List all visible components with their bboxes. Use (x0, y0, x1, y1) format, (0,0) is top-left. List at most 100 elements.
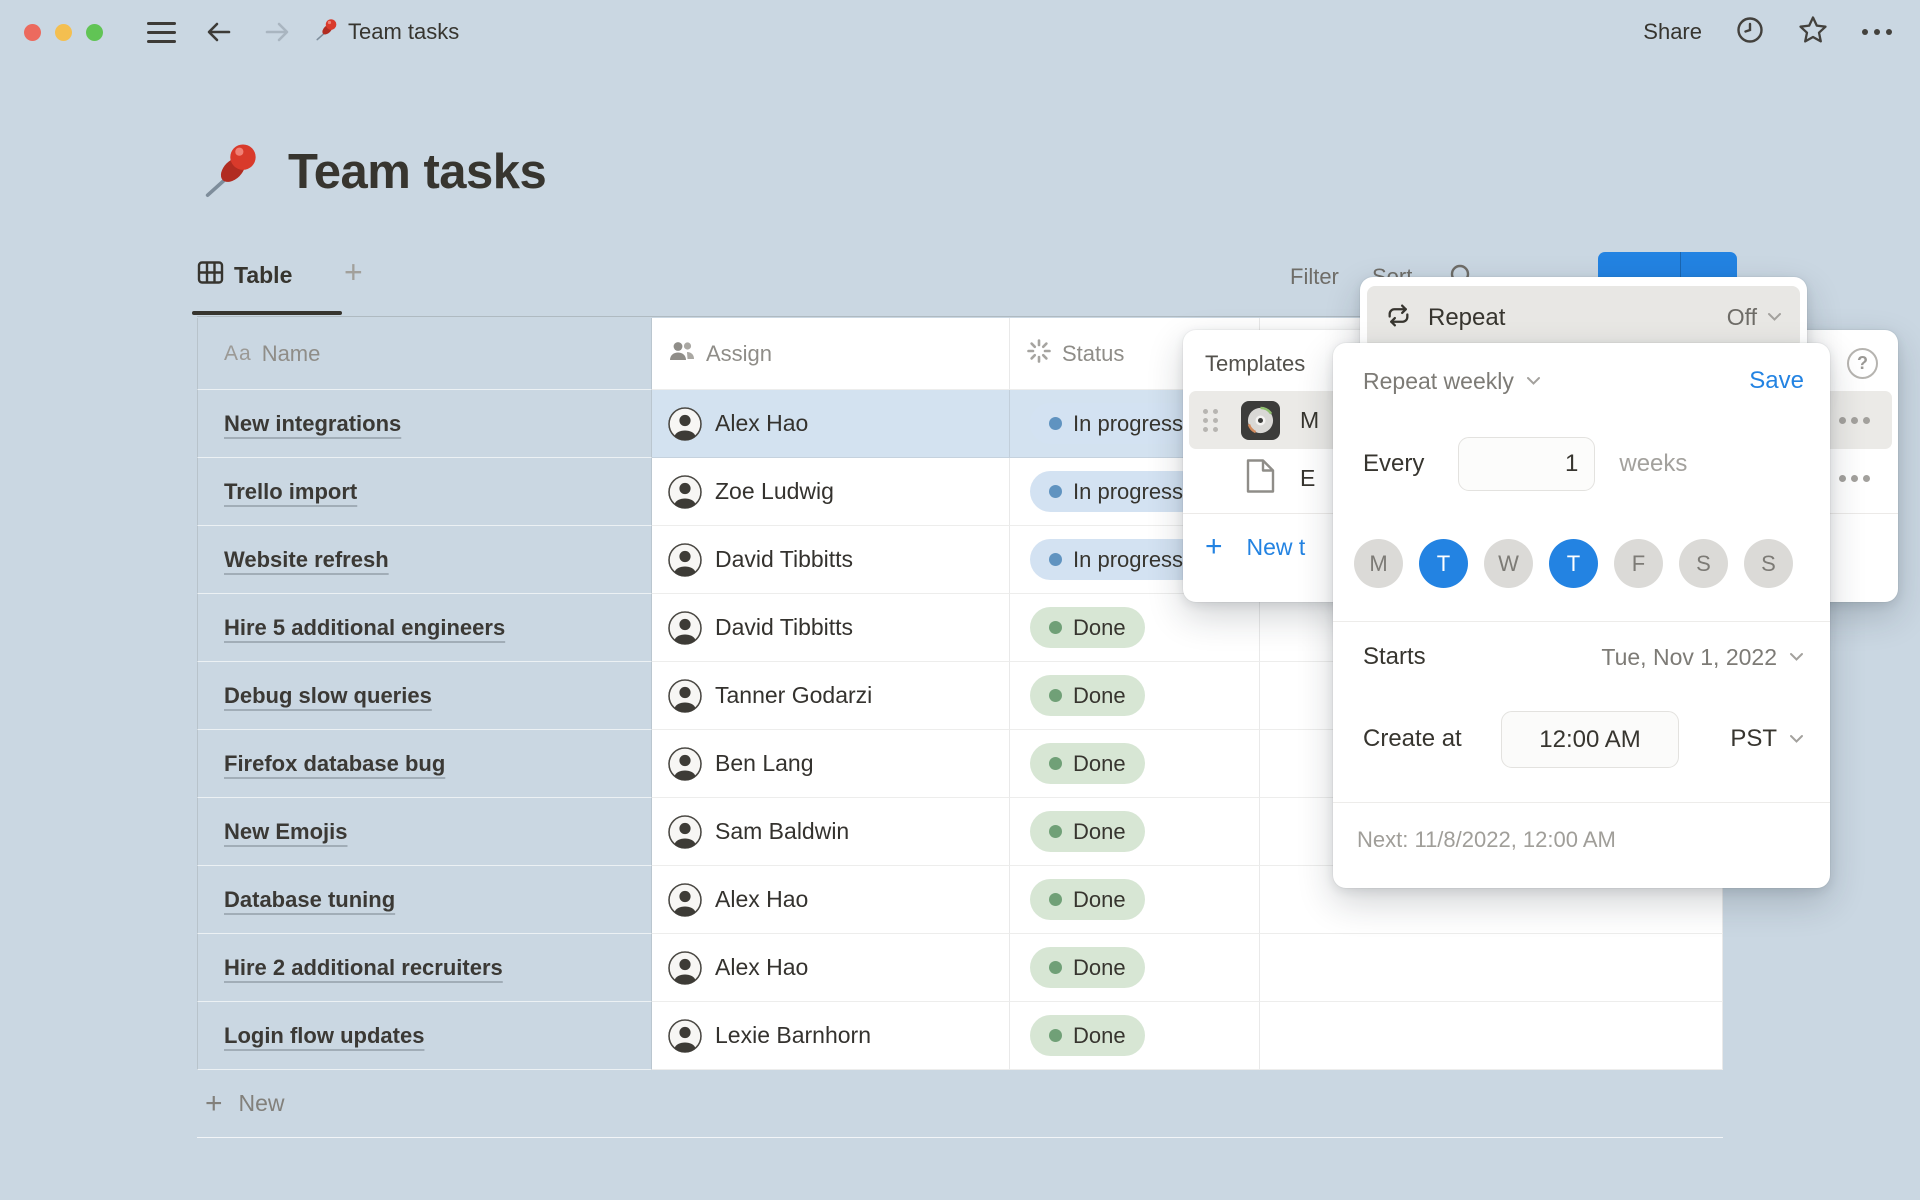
repeat-icon (1385, 302, 1412, 334)
interval-input[interactable]: 1 (1458, 437, 1595, 491)
forward-arrow-icon[interactable] (262, 17, 292, 47)
add-row-footer[interactable]: + New (197, 1070, 1723, 1138)
assignee-cell[interactable]: Ben Lang (652, 730, 1010, 798)
column-label: Name (262, 341, 321, 367)
table-view-icon (197, 260, 224, 290)
menu-icon[interactable] (147, 22, 176, 43)
status-cell[interactable]: Done (1010, 730, 1260, 798)
repeat-menu-label: Repeat (1428, 304, 1505, 332)
weekday-toggle[interactable]: T (1419, 539, 1468, 588)
task-name-cell[interactable]: New integrations (197, 390, 652, 458)
assignee-cell[interactable]: Sam Baldwin (652, 798, 1010, 866)
task-name: Login flow updates (224, 1023, 424, 1049)
avatar (668, 951, 702, 985)
popup-divider (1333, 621, 1830, 622)
weekday-toggle[interactable]: S (1744, 539, 1793, 588)
column-header-assign[interactable]: Assign (652, 318, 1010, 390)
avatar (668, 679, 702, 713)
back-arrow-icon[interactable] (204, 17, 234, 47)
breadcrumb[interactable]: Team tasks (314, 16, 459, 48)
frequency-dropdown[interactable]: Repeat weekly (1363, 368, 1541, 395)
template-options-icon[interactable] (1839, 417, 1870, 424)
status-dot (1049, 757, 1062, 770)
status-cell[interactable]: Done (1010, 1002, 1260, 1070)
empty-cell[interactable] (1260, 1002, 1723, 1070)
help-question-icon[interactable]: ? (1847, 348, 1878, 379)
chevron-down-icon (1789, 652, 1804, 662)
template-options-icon[interactable] (1839, 475, 1870, 482)
weekday-toggle[interactable]: W (1484, 539, 1533, 588)
assignee-cell[interactable]: Alex Hao (652, 866, 1010, 934)
task-name: Trello import (224, 479, 357, 505)
table-row[interactable]: Login flow updates Lexie BarnhornDone (197, 1002, 1723, 1070)
repeat-menu-item[interactable]: Repeat Off (1367, 286, 1800, 349)
task-name-cell[interactable]: New Emojis (197, 798, 652, 866)
add-view-button[interactable]: + (344, 254, 363, 291)
popup-divider (1333, 802, 1830, 803)
table-row[interactable]: Hire 2 additional recruitersAlex HaoDone (197, 934, 1723, 1002)
assignee-cell[interactable]: David Tibbitts (652, 526, 1010, 594)
assignee-cell[interactable]: Alex Hao (652, 390, 1010, 458)
avatar (668, 543, 702, 577)
task-name: Firefox database bug (224, 751, 445, 777)
status-badge: In progress (1030, 539, 1202, 580)
status-badge: In progress (1030, 403, 1202, 444)
page-pushpin-icon (204, 138, 262, 203)
tab-table-view[interactable]: Table (197, 260, 292, 290)
avatar (668, 815, 702, 849)
assignee-cell[interactable]: David Tibbitts (652, 594, 1010, 662)
status-label: Done (1073, 887, 1126, 913)
status-cell[interactable]: Done (1010, 662, 1260, 730)
task-name-cell[interactable]: Hire 2 additional recruiters (197, 934, 652, 1002)
starts-date-dropdown[interactable]: Tue, Nov 1, 2022 (1601, 644, 1804, 671)
every-label: Every (1363, 450, 1424, 478)
minimize-window-button[interactable] (55, 24, 72, 41)
window-titlebar: Team tasks Share (0, 0, 1920, 64)
assignee-cell[interactable]: Alex Hao (652, 934, 1010, 1002)
weekday-selector: MTWTFSS (1354, 539, 1793, 588)
task-name-cell[interactable]: Login flow updates (197, 1002, 652, 1070)
filter-button[interactable]: Filter (1290, 264, 1339, 290)
more-options-icon[interactable] (1862, 29, 1892, 35)
status-label: Done (1073, 683, 1126, 709)
task-name-cell[interactable]: Website refresh (197, 526, 652, 594)
zoom-window-button[interactable] (86, 24, 103, 41)
close-window-button[interactable] (24, 24, 41, 41)
empty-cell[interactable] (1260, 934, 1723, 1002)
timezone-dropdown[interactable]: PST (1730, 725, 1804, 753)
status-badge: Done (1030, 743, 1145, 784)
avatar (668, 407, 702, 441)
assignee-cell[interactable]: Lexie Barnhorn (652, 1002, 1010, 1070)
status-dot (1049, 621, 1062, 634)
assignee-name: Ben Lang (715, 750, 813, 777)
column-header-name[interactable]: Aa Name (197, 318, 652, 390)
status-cell[interactable]: Done (1010, 798, 1260, 866)
task-name-cell[interactable]: Hire 5 additional engineers (197, 594, 652, 662)
updates-clock-icon[interactable] (1736, 16, 1764, 49)
assignee-cell[interactable]: Tanner Godarzi (652, 662, 1010, 730)
status-cell[interactable]: Done (1010, 934, 1260, 1002)
cd-icon (1241, 401, 1280, 440)
status-cell[interactable]: Done (1010, 594, 1260, 662)
weekday-toggle[interactable]: M (1354, 539, 1403, 588)
task-name-cell[interactable]: Firefox database bug (197, 730, 652, 798)
task-name-cell[interactable]: Trello import (197, 458, 652, 526)
save-button[interactable]: Save (1749, 367, 1804, 395)
weekday-toggle[interactable]: F (1614, 539, 1663, 588)
favorite-star-icon[interactable] (1798, 15, 1828, 49)
starts-date-value: Tue, Nov 1, 2022 (1601, 644, 1777, 671)
assignee-cell[interactable]: Zoe Ludwig (652, 458, 1010, 526)
status-label: Done (1073, 819, 1126, 845)
weekday-toggle[interactable]: S (1679, 539, 1728, 588)
page-title: Team tasks (288, 144, 546, 200)
frequency-value: Repeat weekly (1363, 368, 1514, 395)
share-button[interactable]: Share (1643, 19, 1702, 45)
assignee-name: David Tibbitts (715, 614, 853, 641)
status-cell[interactable]: Done (1010, 866, 1260, 934)
task-name-cell[interactable]: Database tuning (197, 866, 652, 934)
task-name-cell[interactable]: Debug slow queries (197, 662, 652, 730)
drag-handle-icon[interactable] (1203, 409, 1219, 432)
assignee-name: Tanner Godarzi (715, 682, 872, 709)
create-time-input[interactable]: 12:00 AM (1501, 711, 1679, 768)
weekday-toggle[interactable]: T (1549, 539, 1598, 588)
